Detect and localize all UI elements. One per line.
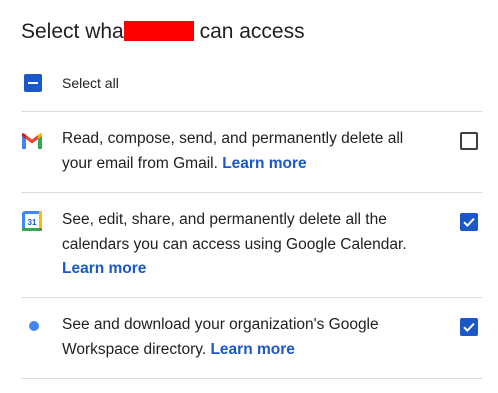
gmail-icon bbox=[21, 129, 45, 153]
permission-row-gmail: Read, compose, send, and permanently del… bbox=[21, 112, 482, 192]
select-all-checkbox[interactable] bbox=[24, 74, 42, 92]
permission-text: See, edit, share, and permanently delete… bbox=[62, 208, 432, 282]
blue-dot-icon bbox=[29, 321, 39, 331]
calendar-icon-date: 31 bbox=[28, 218, 37, 227]
permission-text: Read, compose, send, and permanently del… bbox=[62, 127, 432, 176]
directory-permission-checkbox[interactable] bbox=[460, 318, 478, 336]
title-suffix: can access bbox=[199, 20, 305, 43]
permission-row-calendar: 31 See, edit, share, and permanently del… bbox=[21, 193, 482, 297]
calendar-permission-checkbox[interactable] bbox=[460, 213, 478, 231]
select-all-row[interactable]: Select all bbox=[24, 74, 119, 92]
learn-more-link[interactable]: Learn more bbox=[210, 341, 294, 358]
gmail-permission-checkbox[interactable] bbox=[460, 132, 478, 150]
learn-more-link[interactable]: Learn more bbox=[222, 155, 306, 172]
permission-text: See and download your organization's Goo… bbox=[62, 313, 432, 362]
select-all-label: Select all bbox=[62, 75, 119, 91]
permission-description: See, edit, share, and permanently delete… bbox=[62, 211, 407, 253]
permission-row-directory: See and download your organization's Goo… bbox=[21, 298, 482, 378]
redacted-app-name bbox=[123, 21, 194, 41]
learn-more-link[interactable]: Learn more bbox=[62, 260, 146, 277]
google-calendar-icon: 31 bbox=[21, 210, 45, 234]
title-prefix: Select what bbox=[21, 20, 130, 43]
checkmark-icon bbox=[463, 322, 475, 333]
checkmark-icon bbox=[463, 217, 475, 228]
divider bbox=[21, 378, 482, 379]
dialog-title: Select what can access bbox=[21, 19, 305, 45]
